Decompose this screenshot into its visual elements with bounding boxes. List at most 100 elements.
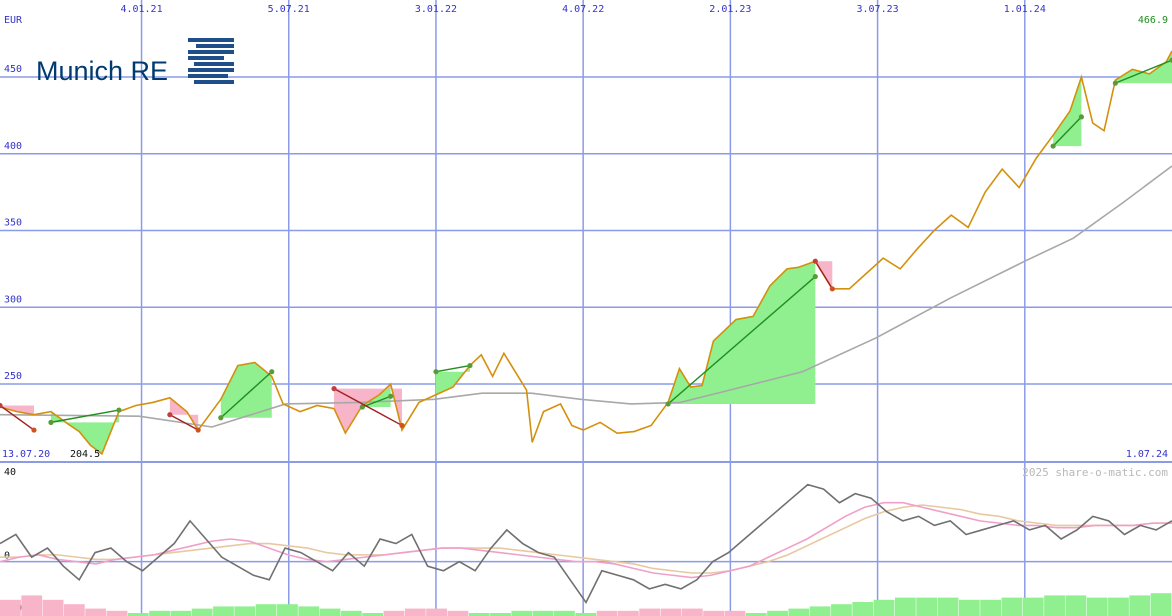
up-signal-start-marker [218,415,224,421]
histogram-bar [809,606,831,616]
y-tick-label: 450 [4,64,22,75]
oscillator-tick-label: 40 [4,467,16,478]
price-series-line [0,50,1172,456]
up-signal-start-marker [1112,80,1118,86]
oscillator-panel: 400-20 [0,467,1172,616]
x-tick-label: 3.07.23 [857,4,899,15]
up-signal-start-marker [433,369,439,375]
x-tick-label: 4.01.21 [120,4,162,15]
down-signal-area [169,397,199,431]
up-signal-start-marker [48,419,54,425]
histogram-bar [639,608,661,616]
y-tick-label: 400 [4,141,22,152]
histogram-bar [1022,597,1044,616]
histogram-bar [958,599,980,616]
moving-average [0,165,1172,428]
histogram-bar [660,608,682,616]
histogram-bar [404,608,426,616]
down-signal-start-marker [812,258,818,264]
histogram-bar [937,597,959,616]
moving-average-line [0,165,1172,428]
up-signal-end-marker [269,369,275,375]
down-signal-start-marker [167,412,173,418]
down-signal-start-marker [331,386,337,392]
min-price-label: 204.5 [70,449,100,460]
watermark: 2025 share-o-matic.com [1022,466,1168,479]
histogram-bar [511,610,533,616]
down-signal-end-marker [31,427,37,433]
histogram-bar [1086,597,1108,616]
currency-label: EUR [4,15,23,26]
histogram-bar [1150,593,1172,616]
histogram-bar [980,599,1002,616]
histogram-bar [1065,595,1087,616]
histogram-bar [703,610,725,616]
start-date-label: 13.07.20 [2,449,50,460]
up-signal-end-marker [116,407,122,413]
oscillator-ma2-line [0,504,1172,574]
up-signal-area [668,261,816,404]
signal-areas [0,51,1172,454]
up-signal-end-marker [388,393,394,399]
x-tick-label: 4.07.22 [562,4,604,15]
histogram-bar [298,606,320,616]
price-line [0,50,1172,456]
histogram-bar [532,610,554,616]
x-tick-label: 3.01.22 [415,4,457,15]
histogram-bar [277,604,298,616]
histogram-bar [1129,595,1151,616]
up-signal-start-marker [665,401,671,407]
histogram-bar [149,610,170,616]
signal-markers [0,57,1172,433]
histogram-bar [213,606,234,616]
histogram-bar [873,599,895,616]
histogram-bar [63,604,85,616]
up-signal-area [435,365,470,395]
x-tick-label: 1.01.24 [1004,4,1046,15]
histogram-bar [681,608,703,616]
up-signal-area [50,411,119,454]
histogram-bar [852,602,874,616]
histogram-bar [234,606,256,616]
y-tick-label: 300 [4,294,22,305]
logo-text: Munich RE [36,56,168,86]
histogram-bar [340,610,362,616]
histogram-bar [554,610,575,616]
grid [0,0,1172,616]
histogram-bar [767,610,788,616]
histogram-bar [383,610,405,616]
histogram-bar [1108,597,1129,616]
histogram-bar [447,610,469,616]
histogram-bar [106,610,128,616]
histogram-bar [724,610,746,616]
up-signal-area [1115,51,1172,84]
histogram-bar [0,599,21,616]
oscillator-line [0,483,1172,605]
up-signal-end-marker [812,273,818,280]
histogram-bar [916,597,938,616]
up-signal-end-marker [1078,114,1085,120]
y-tick-label: 250 [4,371,22,382]
down-signal-end-marker [829,286,835,292]
munich-re-logo: Munich RE [36,38,234,86]
histogram-bar [1044,595,1065,616]
histogram-bar [21,595,43,616]
histogram-bar [617,610,639,616]
up-signal-start-marker [1050,143,1056,149]
histogram-bar [85,608,107,616]
histogram-bar [596,610,618,616]
max-price-label: 466.9 [1138,15,1168,26]
stock-chart: 400-20 250 300 350 400 450 4.01.21 5.07.21 3.01… [0,0,1172,616]
histogram-bar [1001,597,1023,616]
down-signal-end-marker [195,427,201,433]
histogram-bar [426,608,447,616]
logo-mark-icon [188,38,234,84]
histogram-bar [831,604,852,616]
histogram-bar [255,604,277,616]
up-signal-end-marker [467,362,473,369]
histogram-bar [42,599,64,616]
histogram-bar [191,608,213,616]
down-signal-end-marker [399,422,405,429]
histogram-bar [170,610,192,616]
histogram-bar [894,597,916,616]
